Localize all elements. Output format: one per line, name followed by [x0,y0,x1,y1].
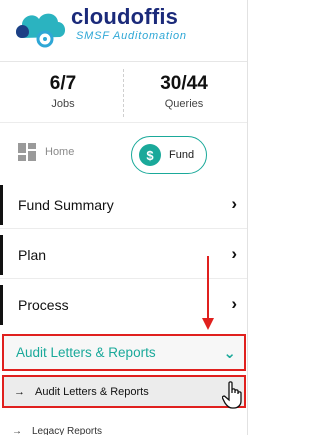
submenu-item-label: Audit Letters & Reports [35,385,149,398]
queries-label: Queries [164,98,204,110]
tab-fund[interactable]: $ Fund [131,136,207,174]
menu-section-fund-summary[interactable]: Fund Summary › [0,185,247,225]
submenu-item-label: Legacy Reports [32,426,103,435]
menu-section-audit-letters[interactable]: Audit Letters & Reports ⌄ [2,334,246,371]
sidebar: cloudoffis SMSF Auditomation 6/7 Jobs 30… [0,0,257,435]
tab-fund-label: Fund [169,149,195,161]
jobs-label: Jobs [51,98,75,110]
dollar-coin-icon: $ [139,144,161,166]
arrow-right-icon: → [14,385,25,398]
queries-stat[interactable]: 30/44 Queries [124,73,244,110]
stats-panel: 6/7 Jobs 30/44 Queries [0,63,247,123]
submenu-item-audit-letters[interactable]: → Audit Letters & Reports [2,375,246,408]
cloud-logo-icon [16,13,66,48]
logo-header[interactable]: cloudoffis SMSF Auditomation [0,0,247,62]
menu-section-label: Fund Summary [18,197,114,213]
sidebar-border [247,0,248,435]
divider [0,228,247,229]
brand-tagline: SMSF Auditomation [76,30,187,42]
submenu-item-legacy-reports[interactable]: → Legacy Reports [12,426,102,435]
queries-count: 30/44 [160,73,208,94]
hand-cursor-icon [222,381,242,409]
chevron-right-icon: › [231,294,237,313]
grid-icon [18,143,36,161]
menu-section-label: Plan [18,247,47,263]
brand-name: cloudoffis [71,4,179,29]
tab-home[interactable]: Home [18,143,74,161]
chevron-down-icon: ⌄ [223,345,236,362]
annotation-arrow [202,256,214,330]
menu-section-label: Process [18,297,69,313]
jobs-count: 6/7 [49,73,77,94]
tab-home-label: Home [45,146,75,158]
chevron-right-icon: › [231,194,237,213]
jobs-stat[interactable]: 6/7 Jobs [3,73,123,110]
chevron-right-icon: › [231,244,237,263]
menu-section-label: Audit Letters & Reports [16,345,156,360]
arrow-right-icon: → [12,426,22,435]
